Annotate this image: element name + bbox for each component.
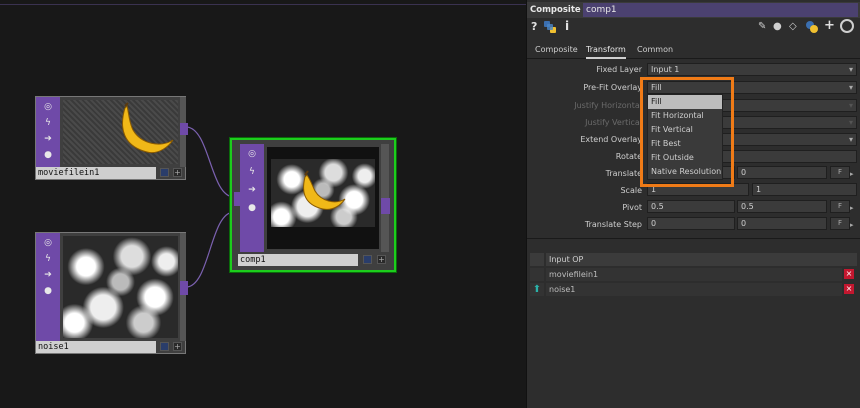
wire-moviefilein1-comp1: [185, 126, 235, 198]
output-port[interactable]: [180, 123, 188, 135]
move-up-icon[interactable]: ⬆: [530, 283, 544, 296]
add-icon[interactable]: +: [824, 18, 835, 33]
param-label-scale: Scale: [620, 186, 642, 195]
tab-composite[interactable]: Composite: [535, 43, 578, 57]
thumbnail: [63, 236, 178, 338]
viewer-icon[interactable]: ◎: [246, 148, 258, 160]
highlight-box: [640, 77, 734, 187]
thumbnail: [267, 147, 379, 249]
output-port[interactable]: [180, 281, 188, 295]
node-noise1[interactable]: ◎ ϟ ➔ ● noise1 +: [35, 232, 188, 354]
viewer-icon[interactable]: ◎: [42, 237, 54, 249]
tab-divider: [527, 58, 860, 59]
comment-icon[interactable]: ●: [773, 21, 782, 32]
translate-f-button[interactable]: F: [830, 166, 850, 179]
input-op-header: Input OP: [546, 253, 857, 266]
chevron-down-icon: ▾: [848, 135, 853, 144]
chevron-right-icon[interactable]: ▸: [850, 170, 854, 178]
translate-step-y-field[interactable]: 0: [737, 217, 827, 230]
target-icon[interactable]: [840, 19, 854, 33]
tab-transform[interactable]: Transform: [586, 43, 626, 59]
output-port[interactable]: [381, 198, 390, 214]
banana-image: [303, 170, 346, 210]
table-row[interactable]: moviefilein1: [546, 268, 842, 281]
wire-noise1-comp1: [185, 211, 235, 288]
fixed-layer-dropdown[interactable]: Input 1 ▾: [647, 63, 857, 76]
translate-step-x-field[interactable]: 0: [647, 217, 735, 230]
banana-image: [122, 102, 174, 154]
bypass-icon[interactable]: ➔: [42, 269, 54, 281]
param-label-prefit-overlay: Pre-Fit Overlay: [583, 83, 642, 92]
scale-y-field[interactable]: 1: [752, 183, 857, 196]
node-label[interactable]: moviefilein1: [36, 167, 156, 179]
help-icon[interactable]: ?: [531, 20, 537, 33]
info-icon[interactable]: i: [565, 19, 569, 33]
translate-y-field[interactable]: 0: [737, 166, 827, 179]
display-flag-button[interactable]: [160, 342, 169, 351]
bypass-icon[interactable]: ➔: [42, 133, 54, 145]
display-flag-button[interactable]: [160, 168, 169, 177]
chevron-right-icon[interactable]: ▸: [850, 221, 854, 229]
node-moviefilein1[interactable]: ◎ ϟ ➔ ● moviefilein1 +: [35, 96, 188, 180]
remove-input-button[interactable]: ×: [844, 284, 854, 294]
param-label-fixed-layer: Fixed Layer: [596, 65, 642, 74]
param-label-justify-horizontal: Justify Horizontal: [574, 101, 642, 110]
param-label-translate-step: Translate Step: [584, 220, 642, 229]
bypass-icon[interactable]: ➔: [246, 184, 258, 196]
lock-icon[interactable]: ●: [42, 285, 54, 297]
pivot-f-button[interactable]: F: [830, 200, 850, 213]
display-flag-button[interactable]: [363, 255, 372, 264]
tab-common[interactable]: Common: [637, 43, 673, 57]
chevron-down-icon: ▾: [848, 101, 853, 110]
param-label-extend-overlay: Extend Overlay: [580, 135, 642, 144]
thumbnail: [63, 100, 178, 164]
node-label[interactable]: comp1: [238, 254, 358, 266]
remove-input-button[interactable]: ×: [844, 269, 854, 279]
op-type-label: Composite: [530, 5, 581, 15]
section-divider: [527, 238, 860, 239]
add-button[interactable]: +: [377, 255, 386, 264]
pencil-icon[interactable]: ✎: [758, 21, 766, 32]
chevron-down-icon: ▾: [848, 65, 853, 74]
row-handle[interactable]: [530, 268, 544, 281]
param-label-justify-vertical: Justify Vertical: [585, 118, 642, 127]
viewer-icon[interactable]: ◎: [42, 101, 54, 113]
node-sidebar: [240, 144, 264, 252]
cook-icon[interactable]: ϟ: [42, 253, 54, 265]
param-label-translate: Translate: [605, 169, 642, 178]
lock-icon[interactable]: ●: [42, 149, 54, 161]
param-label-pivot: Pivot: [622, 203, 642, 212]
add-button[interactable]: +: [173, 168, 182, 177]
cook-icon[interactable]: ϟ: [42, 117, 54, 129]
chevron-down-icon: ▾: [848, 118, 853, 127]
param-label-rotate: Rotate: [615, 152, 642, 161]
cook-icon[interactable]: ϟ: [246, 166, 258, 178]
python-script-icon[interactable]: [806, 21, 818, 33]
node-label[interactable]: noise1: [36, 341, 156, 353]
op-name-field[interactable]: comp1: [583, 3, 858, 17]
add-button[interactable]: +: [173, 342, 182, 351]
table-row[interactable]: noise1: [546, 283, 842, 296]
chevron-down-icon: ▾: [848, 83, 853, 92]
table-corner: [530, 253, 544, 266]
fixed-layer-value: Input 1: [651, 65, 680, 74]
chevron-right-icon[interactable]: ▸: [850, 204, 854, 212]
python-icon[interactable]: [544, 21, 556, 33]
lock-icon[interactable]: ●: [246, 202, 258, 214]
pivot-x-field[interactable]: 0.5: [647, 200, 735, 213]
clone-icon[interactable]: ◇: [789, 21, 797, 32]
translate-step-f-button[interactable]: F: [830, 217, 850, 230]
node-comp1[interactable]: ◎ ϟ ➔ ● comp1 +: [230, 138, 396, 272]
pivot-y-field[interactable]: 0.5: [737, 200, 827, 213]
